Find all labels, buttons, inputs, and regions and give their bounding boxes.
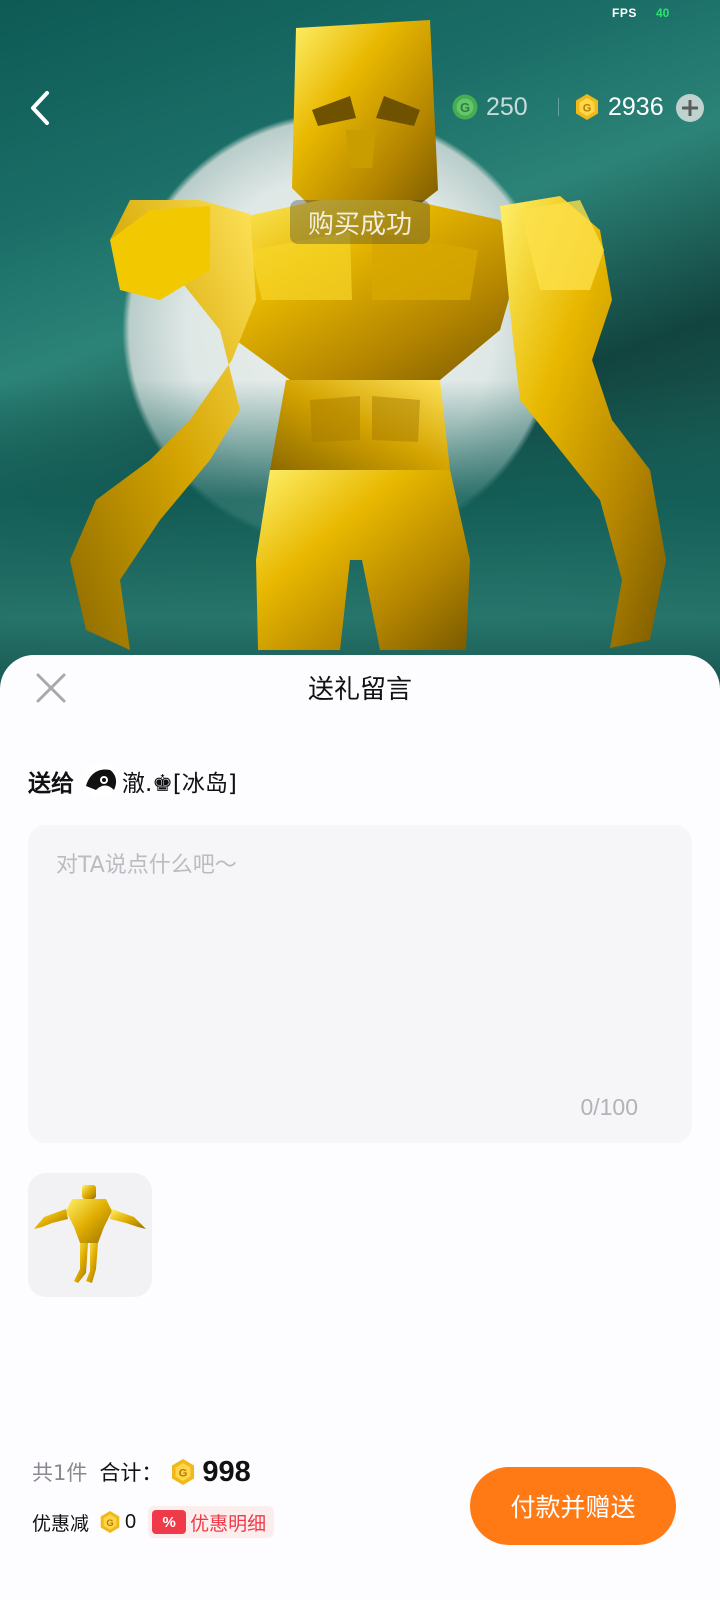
avatar [84, 764, 118, 798]
recipient-label: 送给 [28, 771, 74, 797]
fps-value: 40 [656, 6, 670, 20]
order-summary: 共1件 合计： G 998 [32, 1452, 251, 1492]
back-button[interactable] [22, 88, 58, 128]
gold-currency-balance: G 2936 [574, 90, 664, 124]
add-currency-button[interactable] [676, 94, 704, 122]
recipient-row: 送给 澈.♚[冰岛] [28, 761, 237, 801]
chevron-left-icon [31, 91, 49, 125]
character-counter: 0/100 [580, 1094, 638, 1120]
gold-coin-icon: G [172, 1459, 195, 1485]
purchase-success-toast: 购买成功 [290, 200, 430, 244]
fps-label: FPS [612, 6, 637, 20]
green-currency-balance: G 250 [452, 90, 528, 124]
discount-tag-icon: % [152, 1510, 187, 1534]
discount-row: 优惠减 G 0 % 优惠明细 [32, 1505, 275, 1539]
discount-detail-button[interactable]: % 优惠明细 [148, 1506, 275, 1538]
sheet-title: 送礼留言 [307, 675, 412, 705]
gold-coin-icon: G [576, 94, 598, 120]
total-value: 998 [202, 1455, 251, 1488]
svg-text:G: G [460, 100, 470, 115]
golden-figure-gift-image [34, 1185, 146, 1283]
plus-icon [682, 100, 698, 116]
green-coin-icon: G [452, 94, 478, 120]
item-count: 共1件 [32, 1461, 88, 1485]
gift-message-sheet: 送礼留言 送给 澈.♚[冰岛] 0/100 [0, 655, 720, 1600]
gold-currency-value: 2936 [608, 92, 664, 121]
gift-thumbnail[interactable] [28, 1173, 152, 1297]
currency-divider [558, 98, 559, 116]
pay-and-send-button[interactable]: 付款并赠送 [470, 1467, 676, 1545]
svg-text:G: G [106, 1518, 113, 1528]
message-box: 0/100 [28, 825, 692, 1143]
gold-coin-icon: G [100, 1511, 120, 1533]
discount-value: 0 [125, 1510, 137, 1533]
recipient-avatar-icon [84, 764, 118, 798]
total-label: 合计： [99, 1461, 163, 1485]
green-currency-value: 250 [486, 92, 528, 121]
svg-text:G: G [583, 103, 592, 115]
discount-detail-label: 优惠明细 [190, 1512, 267, 1535]
discount-label: 优惠减 [32, 1512, 90, 1535]
recipient-name: 澈.♚[冰岛] [122, 771, 237, 797]
svg-text:G: G [179, 1468, 188, 1480]
